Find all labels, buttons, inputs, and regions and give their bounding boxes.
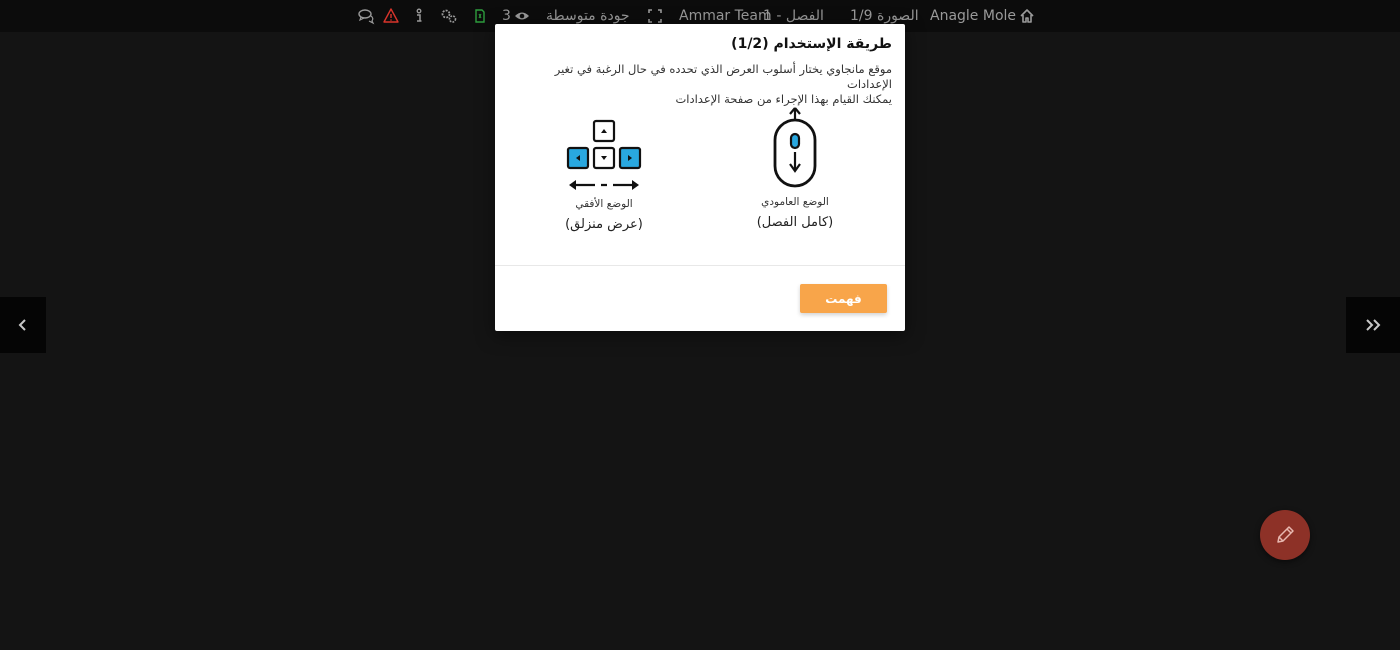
horizontal-mode-subtitle: (عرض منزلق) <box>565 217 643 232</box>
horizontal-mode-option: الوضع الأفقي (عرض منزلق) <box>534 118 674 232</box>
team-name[interactable]: Ammar Team <box>679 6 772 26</box>
modal-title: طريقة الإستخدام (1/2) <box>731 36 892 52</box>
usage-guide-modal: طريقة الإستخدام (1/2) موقع مانجاوي يختار… <box>495 24 905 331</box>
info-icon[interactable] <box>414 6 424 26</box>
fullscreen-icon[interactable] <box>647 6 663 26</box>
arrow-keys-icon <box>566 119 642 190</box>
got-it-button[interactable]: فهمت <box>800 284 887 313</box>
description-line-2: يمكنك القيام بهذا الإجراء من صفحة الإعدا… <box>675 92 892 106</box>
description-line-1: موقع مانجاوي يختار أسلوب العرض الذي تحدد… <box>554 62 892 91</box>
horizontal-mode-label: الوضع الأفقي <box>575 198 633 210</box>
warning-icon[interactable] <box>383 6 399 26</box>
modal-divider <box>495 265 905 266</box>
vertical-mode-option: الوضع العامودي (كامل الفصل) <box>725 106 865 230</box>
settings-icon[interactable] <box>440 6 458 26</box>
home-icon[interactable] <box>1019 6 1035 26</box>
views-count: 3 <box>502 8 511 24</box>
vertical-mode-subtitle: (كامل الفصل) <box>756 215 834 230</box>
chapter-select[interactable]: الفصل - 1 <box>763 6 824 26</box>
mouse-scroll-icon <box>773 107 817 188</box>
chevron-left-icon <box>18 319 26 331</box>
previous-page-button[interactable] <box>0 297 46 353</box>
file-icon[interactable] <box>474 6 486 26</box>
double-chevron-right-icon <box>1366 319 1381 331</box>
pencil-icon <box>1277 526 1294 543</box>
vertical-mode-label: الوضع العامودي <box>761 196 829 208</box>
eye-icon <box>514 6 530 26</box>
manga-title[interactable]: Anagle Mole <box>930 6 1016 26</box>
page-indicator[interactable]: الصورة 1/9 <box>850 6 919 26</box>
modal-description: موقع مانجاوي يختار أسلوب العرض الذي تحدد… <box>507 62 892 107</box>
comments-icon[interactable] <box>357 6 375 26</box>
quality-select[interactable]: جودة متوسطة <box>546 6 630 26</box>
edit-button[interactable] <box>1260 510 1310 560</box>
next-page-button[interactable] <box>1346 297 1400 353</box>
